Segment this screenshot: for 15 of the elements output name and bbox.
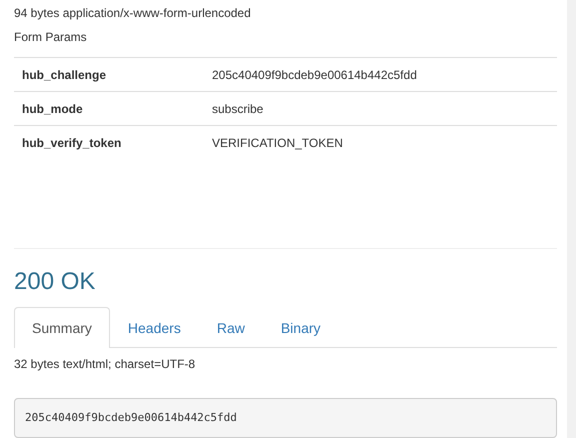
tab[interactable]: Headers: [110, 307, 199, 348]
param-value-cell: 205c40409f9bcdeb9e00614b442c5fdd: [204, 58, 557, 92]
section-title: Form Params: [14, 29, 88, 46]
param-value-cell: subscribe: [204, 92, 557, 126]
request-size-text: 94 bytes application/x-www-form-urlencoded: [14, 5, 252, 22]
response-body: 205c40409f9bcdeb9e00614b442c5fdd: [14, 398, 557, 438]
tab[interactable]: Raw: [198, 307, 263, 348]
tab[interactable]: Summary: [14, 307, 110, 348]
response-size-text: 32 bytes text/html; charset=UTF-8: [14, 356, 196, 372]
status-heading: 200 OK: [14, 269, 96, 295]
param-name-cell: hub_verify_token: [14, 126, 204, 159]
param-value-cell: VERIFICATION_TOKEN: [204, 126, 557, 159]
param-name-cell: hub_mode: [14, 92, 204, 126]
tab[interactable]: Binary: [262, 307, 339, 348]
param-name-cell: hub_challenge: [14, 58, 204, 92]
